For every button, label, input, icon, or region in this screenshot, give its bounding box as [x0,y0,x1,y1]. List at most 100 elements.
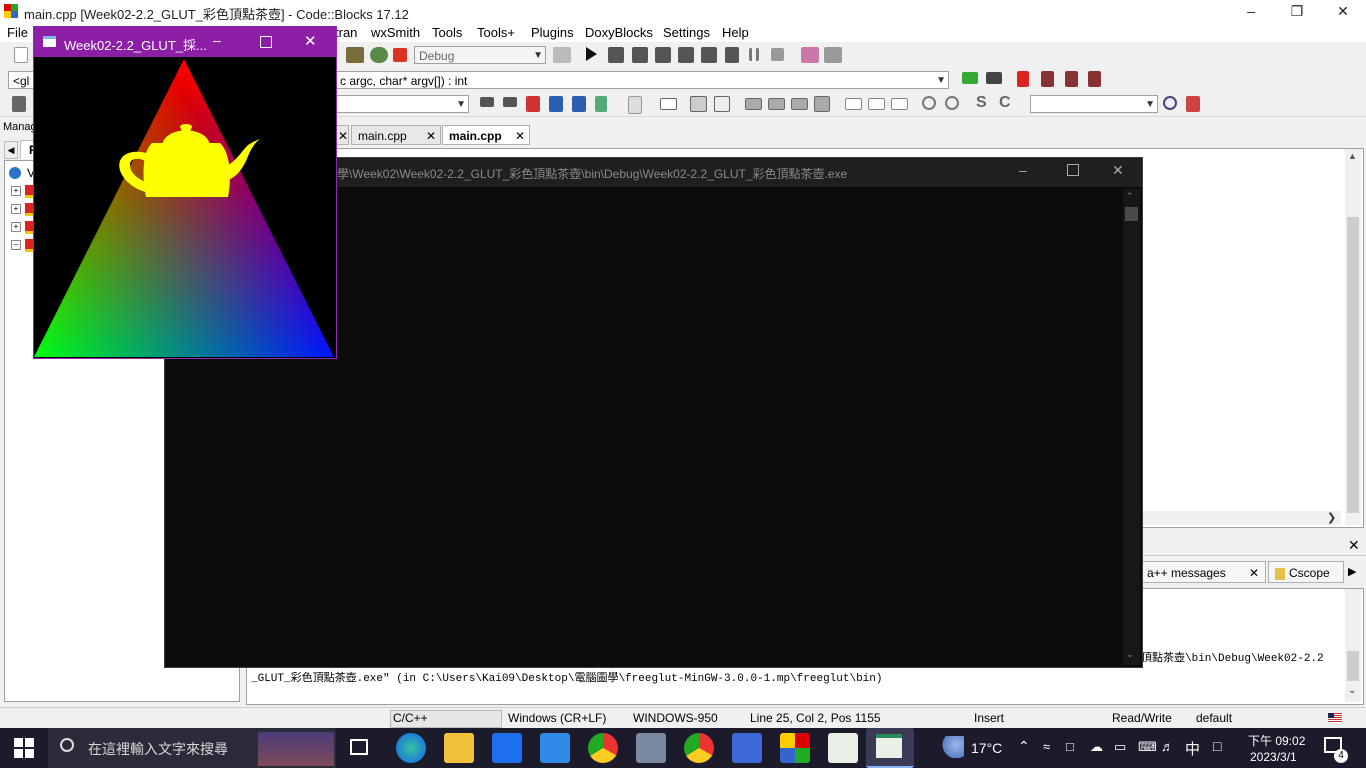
ime-mode-icon[interactable]: □ [1213,738,1221,754]
loop-icon[interactable] [768,98,785,110]
menu-settings[interactable]: Settings [663,25,710,40]
flow-icon[interactable] [891,98,908,110]
menu-help[interactable]: Help [722,25,749,40]
s-icon[interactable]: S [976,94,987,112]
build-run-icon[interactable] [346,47,364,63]
editor-vertical-scrollbar[interactable]: ▲ [1345,149,1361,525]
menu-tools-plus[interactable]: Tools+ [477,25,515,40]
maximize-icon[interactable] [1067,164,1079,176]
active-app-tab[interactable] [866,728,914,768]
next-bookmark-icon[interactable] [1065,71,1078,87]
scrollbar-thumb[interactable] [1125,207,1138,221]
zoom-out-icon[interactable] [945,96,959,110]
block-icon[interactable] [660,98,677,110]
run-to-cursor-icon[interactable] [608,47,624,63]
wifi-icon[interactable]: ≈ [1043,739,1050,754]
scope-select[interactable]: <gl [8,71,34,89]
uncomment-icon[interactable] [868,98,885,110]
mail-icon[interactable] [540,733,570,763]
build-target-select[interactable]: Debug ▼ [414,46,546,64]
menu-file[interactable]: File [7,25,28,40]
c-icon[interactable]: C [999,94,1011,112]
expand-icon[interactable]: + [11,204,21,214]
close-icon[interactable]: ✕ [515,126,525,146]
paint-icon[interactable] [636,733,666,763]
file-explorer-icon[interactable] [444,733,474,763]
scrollbar-thumb[interactable] [1347,217,1359,513]
zoom-in-icon[interactable] [922,96,936,110]
store-icon[interactable] [492,733,522,763]
new-file-icon[interactable] [14,47,28,63]
minimize-icon[interactable]: – [1019,162,1027,178]
windows-start-icon[interactable] [14,738,34,758]
device-icon[interactable]: □ [1066,739,1074,754]
menu-tools[interactable]: Tools [432,25,462,40]
project-icon[interactable] [25,203,33,216]
chevron-up-icon[interactable]: ⌃ [1126,191,1134,202]
close-icon[interactable]: ✕ [304,32,317,50]
minimize-icon[interactable]: – [1228,0,1274,22]
expand-icon[interactable]: + [11,186,21,196]
match-case-icon[interactable] [572,96,586,112]
project-icon[interactable] [25,185,33,198]
debug-info-icon[interactable] [824,47,842,63]
menu-plugins[interactable]: Plugins [531,25,574,40]
weather-temp[interactable]: 17°C [971,740,1002,756]
battery-icon[interactable]: ▭ [1114,739,1126,755]
tab-main-cpp-1[interactable]: main.cpp ✕ [351,125,441,145]
chevron-right-icon[interactable]: ▶ [1348,565,1356,578]
debug-windows-icon[interactable] [801,47,819,63]
minimize-icon[interactable]: – [213,32,221,48]
chevron-right-icon[interactable]: ❯ [1327,511,1336,524]
search-select[interactable]: ▼ [335,95,469,113]
decision-icon[interactable] [745,98,762,110]
keyboard-icon[interactable]: ⌨ [1138,739,1157,755]
step-into-icon[interactable] [655,47,671,63]
glut-window[interactable]: Week02-2.2_GLUT_採... – ✕ [33,26,337,359]
show-select-target-icon[interactable] [553,47,571,63]
close-icon[interactable]: ✕ [1320,0,1366,22]
clear-bookmarks-icon[interactable] [1088,71,1101,87]
next-line-icon[interactable] [632,47,648,63]
console-taskbar-icon[interactable] [828,733,858,763]
chevron-up-icon[interactable]: ⌃ [1018,738,1030,755]
step-out-icon[interactable] [678,47,694,63]
regex-icon[interactable] [595,96,607,112]
tab-close-icon[interactable]: ✕ [335,125,349,145]
image-icon[interactable] [690,96,707,112]
tab-build-messages[interactable]: a++ messages ✕ [1140,561,1266,583]
step-instruction-icon[interactable] [725,47,739,63]
tab-cscope[interactable]: Cscope [1268,561,1344,583]
toggle-bookmark-icon[interactable] [1017,71,1029,87]
jump-forward-icon[interactable] [986,72,1002,84]
case-icon[interactable] [814,96,830,112]
ime-indicator[interactable]: 中 [1185,738,1200,759]
menu-doxyblocks[interactable]: DoxyBlocks [585,25,653,40]
edge-icon[interactable] [396,733,426,763]
abort-icon[interactable] [393,48,407,62]
pause-icon[interactable] [749,48,759,61]
maximize-icon[interactable] [260,36,272,48]
console-scrollbar[interactable]: ⌃ ⌄ [1123,189,1140,665]
chevron-down-icon[interactable]: ⌄ [1348,685,1356,696]
network-icon[interactable]: ☁ [1090,739,1103,755]
scrollbar-thumb[interactable] [1347,651,1359,681]
jump-back-icon[interactable] [962,72,978,84]
next-instruction-icon[interactable] [701,47,717,63]
prev-bookmark-icon[interactable] [1041,71,1054,87]
arrow-left-icon[interactable] [480,97,494,107]
arrow-right-icon[interactable] [503,97,517,107]
settings-wrench-icon[interactable] [1186,96,1200,112]
close-icon[interactable]: ✕ [1112,162,1124,179]
project-icon[interactable] [25,239,33,252]
switch-icon[interactable] [791,98,808,110]
close-icon[interactable]: ✕ [426,126,436,146]
menu-wxsmith[interactable]: wxSmith [371,25,420,40]
pointer-icon[interactable] [628,96,642,114]
clock-time[interactable]: 下午 09:02 [1248,732,1305,749]
tab-scroll-left-icon[interactable]: ◀ [4,141,18,159]
chevron-up-icon[interactable]: ▲ [1348,151,1357,161]
select-icon[interactable] [549,96,563,112]
rebuild-icon[interactable] [370,47,388,63]
compile-file-icon[interactable] [12,96,26,112]
